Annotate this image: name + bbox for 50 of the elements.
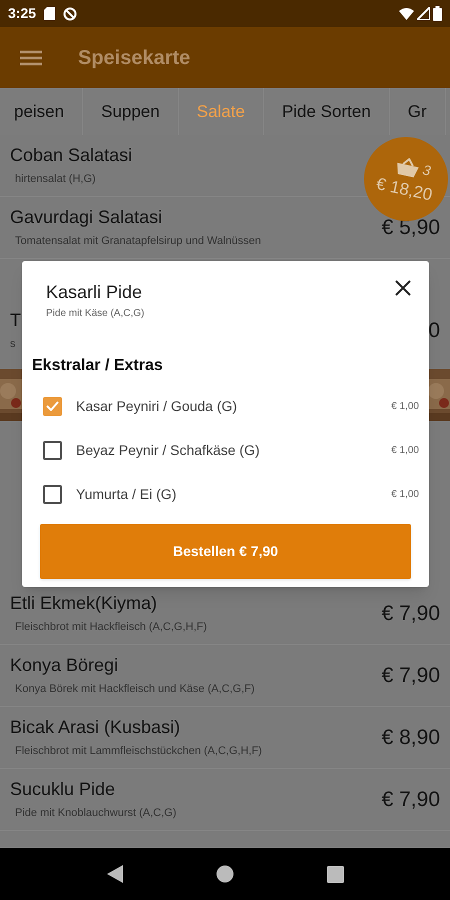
dish-description: hirtensalat (H,G) bbox=[14, 172, 97, 186]
dish-name: Sucuklu Pide bbox=[10, 778, 116, 800]
dish-description: Fleischbrot mit Lammfleischstückchen (A,C,G,H,F) bbox=[14, 744, 262, 758]
option-price: € 1,00 bbox=[391, 444, 419, 458]
home-icon[interactable] bbox=[216, 865, 234, 883]
sd-card-icon bbox=[44, 7, 56, 20]
dish-description: s bbox=[10, 336, 16, 352]
dish-description: Fleischbrot mit Hackfleisch (A,C,G,H,F) bbox=[14, 620, 207, 634]
wifi-icon bbox=[399, 8, 414, 20]
checkbox[interactable] bbox=[43, 396, 62, 416]
category-tab[interactable]: Gr bbox=[390, 88, 446, 135]
category-tab[interactable]: peisen bbox=[0, 88, 84, 135]
blocked-icon bbox=[63, 6, 78, 20]
category-tab[interactable]: Pide Sorten bbox=[264, 88, 390, 135]
checkbox[interactable] bbox=[43, 484, 62, 504]
menu-icon[interactable] bbox=[20, 50, 42, 66]
signal-icon bbox=[417, 7, 430, 20]
option-price: € 1,00 bbox=[391, 488, 419, 502]
close-icon[interactable] bbox=[395, 280, 411, 296]
dialog-subtitle: Pide mit Käse (A,C,G) bbox=[46, 307, 144, 321]
dish-description: Tomatensalat mit Granatapfelsirup und Walnüssen bbox=[14, 234, 261, 248]
dish-name: Coban Salatasi bbox=[10, 144, 132, 166]
dish-price: € 7,90 bbox=[382, 662, 440, 689]
section-heading: Ekstralar / Extras bbox=[32, 356, 164, 376]
app-title: Speisekarte bbox=[78, 46, 190, 70]
dish-price: 0 bbox=[428, 318, 440, 344]
dish-price: € 7,90 bbox=[382, 600, 440, 627]
option-label: Yumurta / Ei (G) bbox=[76, 484, 178, 504]
back-icon[interactable] bbox=[106, 865, 122, 883]
cart-button[interactable]: 3 € 18,20 bbox=[364, 137, 448, 221]
dish-name: Bicak Arasi (Kusbasi) bbox=[10, 716, 182, 738]
dish-description: Pide mit Knoblauchwurst (A,C,G) bbox=[14, 806, 176, 820]
dish-name: Gavurdagi Salatasi bbox=[10, 206, 164, 228]
status-time: 3:25 bbox=[8, 4, 36, 23]
checkbox[interactable] bbox=[43, 440, 62, 460]
dish-name: Konya Böregi bbox=[10, 654, 120, 676]
recents-icon[interactable] bbox=[326, 866, 344, 882]
dish-price: € 7,90 bbox=[382, 786, 440, 813]
option-price: € 1,00 bbox=[391, 400, 419, 414]
option-label: Beyaz Peynir / Schafkäse (G) bbox=[76, 440, 261, 460]
battery-icon bbox=[433, 6, 442, 21]
dish-price: € 8,90 bbox=[382, 724, 440, 751]
order-button[interactable]: Bestellen € 7,90 bbox=[40, 524, 411, 579]
category-tab[interactable]: Suppen bbox=[83, 88, 179, 135]
dish-name: T bbox=[10, 309, 21, 332]
option-label: Kasar Peyniri / Gouda (G) bbox=[76, 396, 238, 416]
check-icon bbox=[46, 401, 59, 411]
dish-name: Etli Ekmek(Kiyma) bbox=[10, 592, 158, 614]
dish-description: Konya Börek mit Hackfleisch und Käse (A,C,G,F) bbox=[14, 682, 255, 696]
dialog-title: Kasarli Pide bbox=[46, 281, 144, 304]
